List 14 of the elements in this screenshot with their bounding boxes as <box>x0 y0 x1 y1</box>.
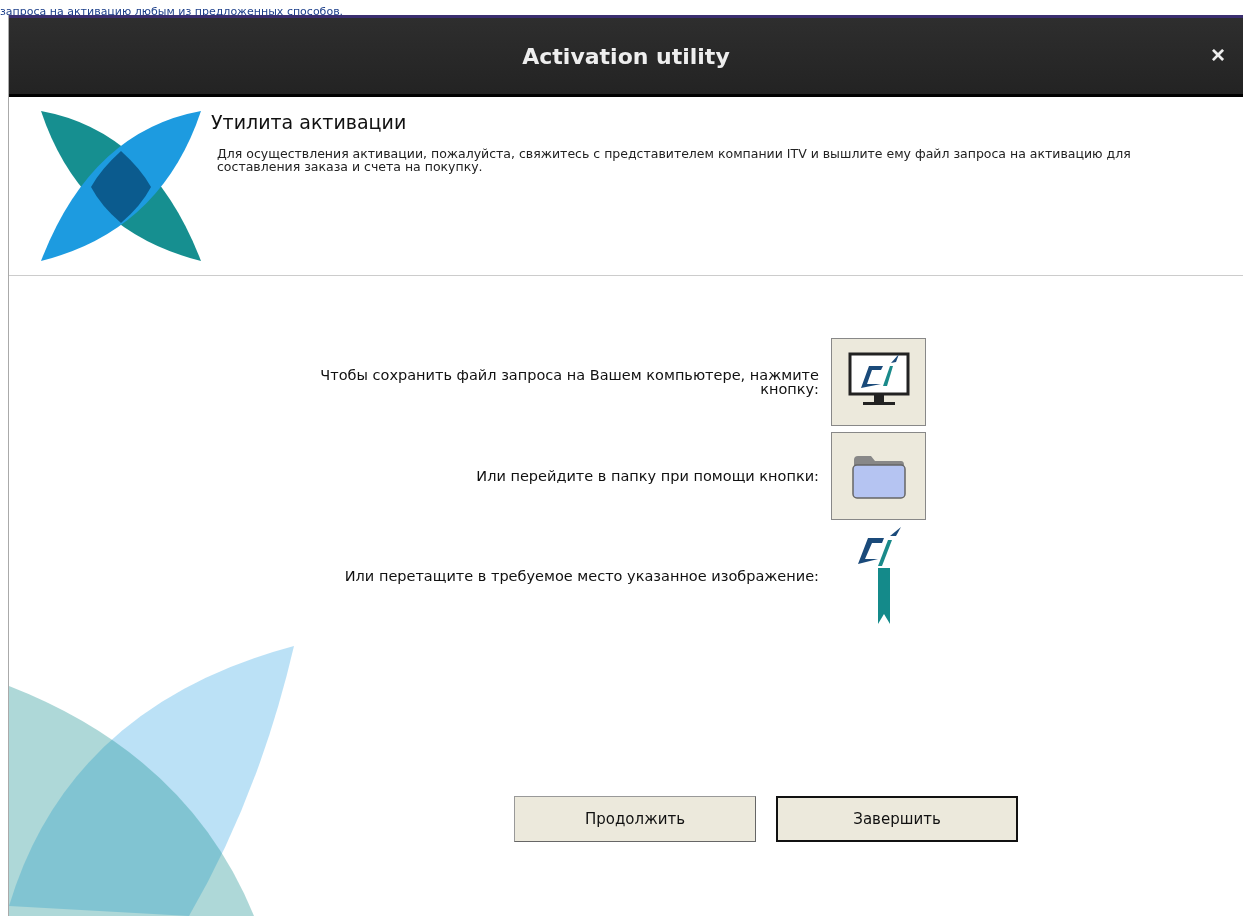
save-file-button[interactable] <box>831 338 926 426</box>
header-title: Утилита активации <box>211 111 408 133</box>
option-text: Или перейдите в папку при помощи кнопки: <box>475 469 819 483</box>
open-folder-button[interactable] <box>831 432 926 520</box>
close-button[interactable]: × <box>1207 42 1229 68</box>
page-text: запроса на активацию любым из предложенных способов. <box>0 5 344 19</box>
continue-button[interactable]: Продолжить <box>514 796 756 842</box>
option-text: Чтобы сохранить файл запроса на Вашем компьютере, нажмите кнопку: <box>319 368 819 396</box>
ribbon-icon[interactable] <box>855 526 902 626</box>
header-description: Для осуществления активации, пожалуйста, свяжитесь с представителем компании ITV и вышлите ему файл запроса на активацию для составления заказа и счета на покупку. <box>217 147 1132 173</box>
window-title: Activation utility <box>522 43 730 69</box>
finish-button[interactable]: Завершить <box>776 796 1018 842</box>
option-text: Или перетащите в требуемое место указанное изображение: <box>343 569 819 583</box>
logo-icon <box>41 111 201 261</box>
